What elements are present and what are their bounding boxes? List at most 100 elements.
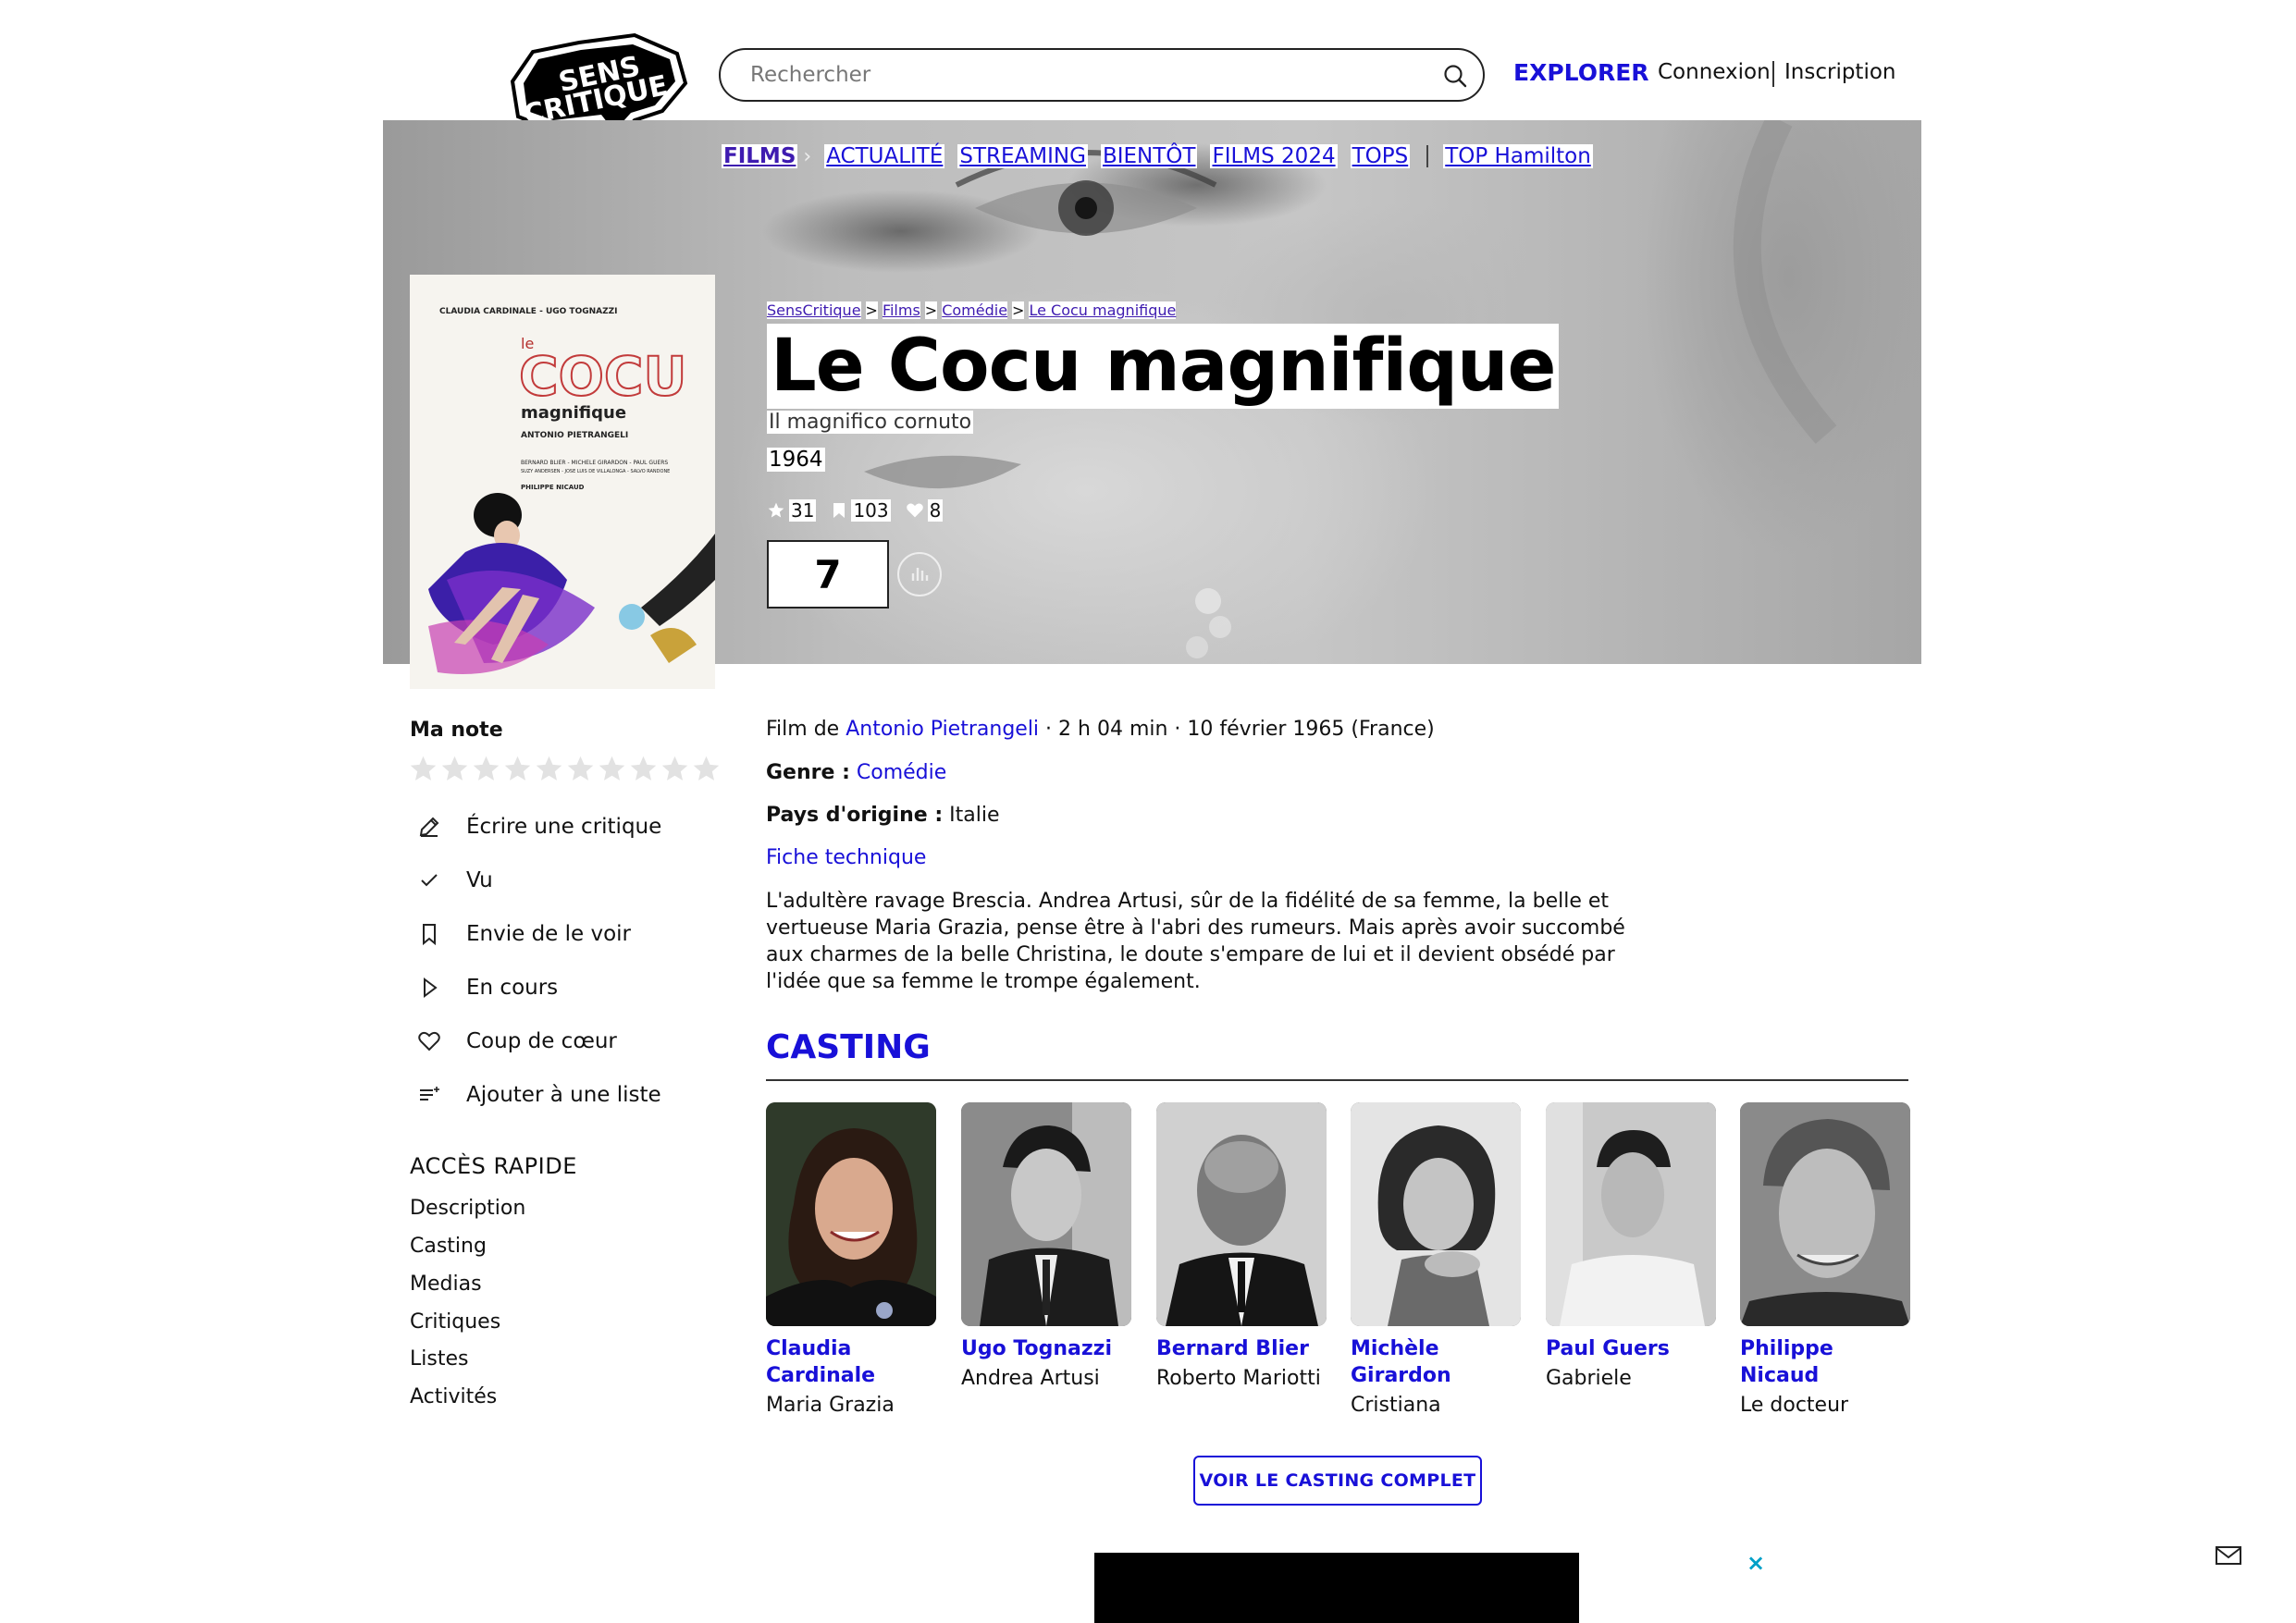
- technical-sheet-link[interactable]: Fiche technique: [766, 846, 926, 869]
- cast-role: Roberto Mariotti: [1156, 1367, 1321, 1390]
- release-year: 1964: [767, 448, 825, 472]
- cast-name[interactable]: Paul Guers: [1546, 1335, 1716, 1362]
- nav-divider: [1426, 145, 1429, 167]
- nav-top-hamilton[interactable]: TOP Hamilton: [1443, 144, 1593, 168]
- rating-star-icon[interactable]: [439, 754, 470, 784]
- action-label: Écrire une critique: [466, 815, 662, 839]
- cast-card[interactable]: Claudia Cardinale Maria Grazia: [766, 1102, 936, 1419]
- nav-tops[interactable]: TOPS: [1350, 144, 1411, 168]
- my-rating-stars[interactable]: [408, 754, 722, 784]
- cast-photo[interactable]: [961, 1102, 1131, 1326]
- nav-films[interactable]: FILMS: [722, 144, 798, 168]
- cast-card[interactable]: Bernard Blier Roberto Mariotti: [1156, 1102, 1327, 1392]
- cast-card[interactable]: Michèle Girardon Cristiana: [1351, 1102, 1521, 1419]
- poster-title-main: COCU: [519, 345, 687, 408]
- action-label: Envie de le voir: [466, 922, 632, 946]
- search-input[interactable]: [750, 58, 1398, 92]
- breadcrumb-separator: >: [865, 301, 878, 319]
- auth-divider: [1772, 61, 1774, 87]
- action-label: Ajouter à une liste: [466, 1083, 661, 1107]
- poster-producer: PHILIPPE NICAUD: [521, 484, 585, 491]
- country-line: Pays d'origine : Italie: [766, 804, 999, 827]
- quick-link-casting[interactable]: Casting: [410, 1235, 487, 1258]
- rating-star-icon[interactable]: [660, 754, 690, 784]
- rating-star-icon[interactable]: [534, 754, 564, 784]
- original-title: Il magnifico cornuto: [767, 411, 974, 434]
- breadcrumb-current[interactable]: Le Cocu magnifique: [1029, 301, 1177, 319]
- rating-star-icon[interactable]: [408, 754, 438, 784]
- add-to-list-action[interactable]: Ajouter à une liste: [410, 1083, 661, 1107]
- rating-star-icon[interactable]: [471, 754, 501, 784]
- cast-role: Maria Grazia: [766, 1394, 895, 1417]
- film-credits-line: Film de Antonio Pietrangeli · 2 h 04 min…: [766, 718, 1435, 741]
- rating-star-icon[interactable]: [628, 754, 659, 784]
- rating-star-icon[interactable]: [597, 754, 627, 784]
- nav-actualite[interactable]: ACTUALITÉ: [824, 144, 945, 168]
- ad-close-button[interactable]: ×: [1747, 1550, 1765, 1576]
- quick-link-description[interactable]: Description: [410, 1197, 525, 1220]
- search-icon[interactable]: [1442, 63, 1468, 89]
- ratings-count: 31: [767, 499, 817, 522]
- rating-star-icon[interactable]: [502, 754, 533, 784]
- poster-director: ANTONIO PIETRANGELI: [521, 431, 628, 440]
- breadcrumb-films[interactable]: Films: [882, 301, 920, 319]
- director-link[interactable]: Antonio Pietrangeli: [846, 718, 1039, 741]
- search-bar[interactable]: [719, 48, 1485, 102]
- cast-photo[interactable]: [1740, 1102, 1910, 1326]
- cast-photo[interactable]: [1546, 1102, 1716, 1326]
- wishlist-count: 103: [831, 499, 891, 522]
- ad-banner[interactable]: [1094, 1553, 1579, 1623]
- cast-name[interactable]: Claudia Cardinale: [766, 1335, 936, 1389]
- favorite-action[interactable]: Coup de cœur: [410, 1029, 617, 1053]
- cast-role: Andrea Artusi: [961, 1367, 1100, 1390]
- signup-link[interactable]: Inscription: [1784, 60, 1896, 84]
- mail-icon[interactable]: [2215, 1544, 2242, 1570]
- quick-link-medias[interactable]: Medias: [410, 1273, 482, 1296]
- seen-action[interactable]: Vu: [410, 868, 493, 892]
- cast-card[interactable]: Ugo Tognazzi Andrea Artusi: [961, 1102, 1131, 1392]
- explorer-link[interactable]: EXPLORER: [1513, 59, 1649, 86]
- quick-link-listes[interactable]: Listes: [410, 1347, 468, 1371]
- genre-link[interactable]: Comédie: [857, 761, 946, 784]
- movie-poster[interactable]: CLAUDIA CARDINALE - UGO TOGNAZZI le COCU…: [410, 275, 715, 689]
- rating-star-icon[interactable]: [691, 754, 722, 784]
- heart-icon: [418, 1031, 440, 1051]
- bar-chart-icon: [911, 568, 929, 581]
- nav-films-2024[interactable]: FILMS 2024: [1210, 144, 1338, 168]
- film-meta: · 2 h 04 min · 10 février 1965 (France): [1045, 718, 1435, 741]
- cast-card[interactable]: Philippe Nicaud Le docteur: [1740, 1102, 1910, 1419]
- cast-card[interactable]: Paul Guers Gabriele: [1546, 1102, 1716, 1392]
- cast-role: Gabriele: [1546, 1367, 1632, 1390]
- in-progress-action[interactable]: En cours: [410, 976, 558, 1000]
- login-link[interactable]: Connexion: [1658, 60, 1771, 84]
- rating-distribution-button[interactable]: [897, 552, 942, 596]
- play-icon: [424, 977, 438, 998]
- nav-bientot[interactable]: BIENTÔT: [1100, 144, 1198, 168]
- wishlist-action[interactable]: Envie de le voir: [410, 922, 631, 946]
- country-value: Italie: [949, 804, 1000, 827]
- nav-streaming[interactable]: STREAMING: [957, 144, 1088, 168]
- action-label: Coup de cœur: [466, 1029, 617, 1053]
- favorites-count: 8: [906, 499, 944, 522]
- cast-photo[interactable]: [1156, 1102, 1327, 1326]
- rating-star-icon[interactable]: [565, 754, 596, 784]
- breadcrumb: SensCritique > Films > Comédie > Le Cocu magni…: [767, 301, 1177, 319]
- cast-name[interactable]: Michèle Girardon: [1351, 1335, 1521, 1389]
- cast-name[interactable]: Bernard Blier: [1156, 1335, 1327, 1362]
- full-casting-button[interactable]: VOIR LE CASTING COMPLET: [1193, 1456, 1482, 1506]
- cast-name[interactable]: Philippe Nicaud: [1740, 1335, 1910, 1389]
- quick-access-title: ACCÈS RAPIDE: [410, 1153, 577, 1179]
- write-review-action[interactable]: Écrire une critique: [410, 815, 661, 839]
- star-icon: [768, 502, 784, 518]
- check-icon: [421, 874, 438, 887]
- cast-name[interactable]: Ugo Tognazzi: [961, 1335, 1131, 1362]
- breadcrumb-separator: >: [1012, 301, 1025, 319]
- quick-link-activites[interactable]: Activités: [410, 1385, 497, 1408]
- breadcrumb-comedie[interactable]: Comédie: [942, 301, 1008, 319]
- cast-photo[interactable]: [766, 1102, 936, 1326]
- synopsis: L'adultère ravage Brescia. Andrea Artusi…: [766, 890, 1625, 993]
- quick-link-critiques[interactable]: Critiques: [410, 1310, 500, 1334]
- list-add-icon: [420, 1087, 439, 1100]
- breadcrumb-senscritique[interactable]: SensCritique: [767, 301, 861, 319]
- cast-photo[interactable]: [1351, 1102, 1521, 1326]
